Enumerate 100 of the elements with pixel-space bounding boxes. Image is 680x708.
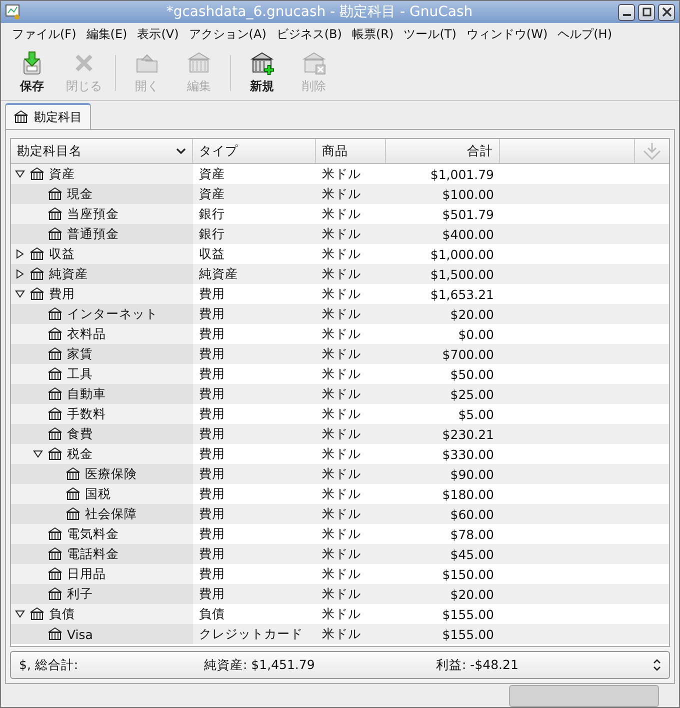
commodity: 米ドル xyxy=(322,506,361,522)
account-type: 費用 xyxy=(199,466,225,482)
bank-icon xyxy=(48,227,62,241)
bank-add-icon xyxy=(250,51,274,75)
account-total: $330.00 xyxy=(442,446,494,462)
account-name[interactable]: 純資産 xyxy=(49,266,88,282)
account-total: $155.00 xyxy=(442,626,494,642)
bank-icon xyxy=(14,110,28,124)
account-name[interactable]: 収益 xyxy=(49,246,75,262)
menu-item[interactable]: ヘルプ(H) xyxy=(552,26,618,43)
menu-item[interactable]: ファイル(F) xyxy=(7,26,82,43)
bank-icon xyxy=(48,447,62,461)
maximize-button[interactable] xyxy=(638,4,655,20)
app-icon xyxy=(5,4,21,20)
window-title: *gcashdata_6.gnucash - 勘定科目 - GnuCash xyxy=(165,3,474,21)
account-type: 費用 xyxy=(199,386,225,402)
toolbar-button[interactable]: 新規 xyxy=(239,48,285,98)
commodity: 米ドル xyxy=(322,226,361,242)
account-name[interactable]: 利子 xyxy=(67,586,93,602)
bank-icon xyxy=(30,607,44,621)
summary-bar[interactable]: $, 総合計: 純資産: $1,451.79 利益: -$48.21 xyxy=(10,651,670,679)
bank-icon xyxy=(48,347,62,361)
account-name[interactable]: 税金 xyxy=(67,446,93,462)
column-header[interactable]: 勘定科目名 xyxy=(11,139,193,163)
bank-icon xyxy=(66,487,80,501)
account-type: 費用 xyxy=(199,326,225,342)
collapse-arrow-icon[interactable] xyxy=(15,609,25,619)
account-type: 費用 xyxy=(199,346,225,362)
column-header[interactable]: タイプ xyxy=(193,139,316,163)
expand-arrow-icon[interactable] xyxy=(15,249,25,259)
account-total: $1,500.00 xyxy=(430,266,494,282)
account-total: $100.00 xyxy=(442,186,494,202)
bank-icon xyxy=(48,587,62,601)
save-icon xyxy=(21,51,43,75)
menu-item[interactable]: 編集(E) xyxy=(81,26,132,43)
account-type: 費用 xyxy=(199,586,225,602)
close-button[interactable] xyxy=(658,4,675,20)
account-total: $230.21 xyxy=(442,426,494,442)
collapse-arrow-icon[interactable] xyxy=(33,449,43,459)
commodity: 米ドル xyxy=(322,446,361,462)
bank-icon xyxy=(30,247,44,261)
commodity: 米ドル xyxy=(322,586,361,602)
account-name[interactable]: 現金 xyxy=(67,186,93,202)
account-total: $1,000.00 xyxy=(430,246,494,262)
account-total: $60.00 xyxy=(450,506,494,522)
commodity: 米ドル xyxy=(322,306,361,322)
bank-icon xyxy=(48,427,62,441)
commodity: 米ドル xyxy=(322,346,361,362)
account-total: $20.00 xyxy=(450,586,494,602)
column-header[interactable]: 商品 xyxy=(316,139,386,163)
account-type: クレジットカード xyxy=(199,626,303,642)
collapse-arrow-icon[interactable] xyxy=(15,169,25,179)
commodity: 米ドル xyxy=(322,546,361,562)
account-type: 費用 xyxy=(199,406,225,422)
bank-icon xyxy=(187,51,211,75)
bank-icon xyxy=(48,207,62,221)
commodity: 米ドル xyxy=(322,286,361,302)
account-type: 純資産 xyxy=(199,266,238,282)
menu-item[interactable]: 帳票(R) xyxy=(346,26,399,43)
column-header[interactable]: 合計 xyxy=(386,139,500,163)
account-total: $45.00 xyxy=(450,546,494,562)
account-name[interactable]: 資産 xyxy=(49,166,75,182)
expand-arrow-icon[interactable] xyxy=(15,269,25,279)
collapse-arrow-icon[interactable] xyxy=(15,289,25,299)
summary-label: $, 総合計: xyxy=(19,656,80,674)
account-name[interactable]: Visa xyxy=(67,626,93,642)
account-name[interactable]: 手数料 xyxy=(67,406,106,422)
account-name[interactable]: 家賃 xyxy=(67,346,93,362)
bank-icon xyxy=(48,527,62,541)
account-type: 費用 xyxy=(199,286,225,302)
close-icon xyxy=(662,7,672,17)
menu-item[interactable]: ウィンドウ(W) xyxy=(461,26,553,43)
account-name[interactable]: 費用 xyxy=(49,286,75,302)
account-total: $1,001.79 xyxy=(430,166,494,182)
bank-icon xyxy=(48,367,62,381)
account-name[interactable]: 日用品 xyxy=(67,566,106,582)
account-type: 費用 xyxy=(199,366,225,382)
account-name[interactable]: 自動車 xyxy=(67,386,106,402)
account-name[interactable]: 衣料品 xyxy=(67,326,106,342)
menu-item[interactable]: 表示(V) xyxy=(132,26,184,43)
menu-item[interactable]: ビジネス(B) xyxy=(271,26,347,43)
bank-icon xyxy=(48,307,62,321)
account-type: 費用 xyxy=(199,526,225,542)
minimize-button[interactable] xyxy=(618,4,635,20)
commodity: 米ドル xyxy=(322,246,361,262)
net-assets: 純資産: $1,451.79 xyxy=(204,656,316,674)
menu-item[interactable]: ツール(T) xyxy=(398,26,462,43)
bank-icon xyxy=(48,187,62,201)
account-type: 負債 xyxy=(199,606,225,622)
account-name[interactable]: 負債 xyxy=(49,606,75,622)
account-total: $25.00 xyxy=(450,386,494,402)
bank-icon xyxy=(48,627,62,641)
toolbar-button[interactable]: 保存 xyxy=(9,48,55,98)
commodity: 米ドル xyxy=(322,526,361,542)
tab[interactable]: 勘定科目 xyxy=(5,103,91,129)
account-name[interactable]: 食費 xyxy=(67,426,93,442)
account-type: 銀行 xyxy=(199,226,225,242)
menu-item[interactable]: アクション(A) xyxy=(184,26,272,43)
account-name[interactable]: 国税 xyxy=(85,486,111,502)
account-name[interactable]: 工具 xyxy=(67,366,93,382)
